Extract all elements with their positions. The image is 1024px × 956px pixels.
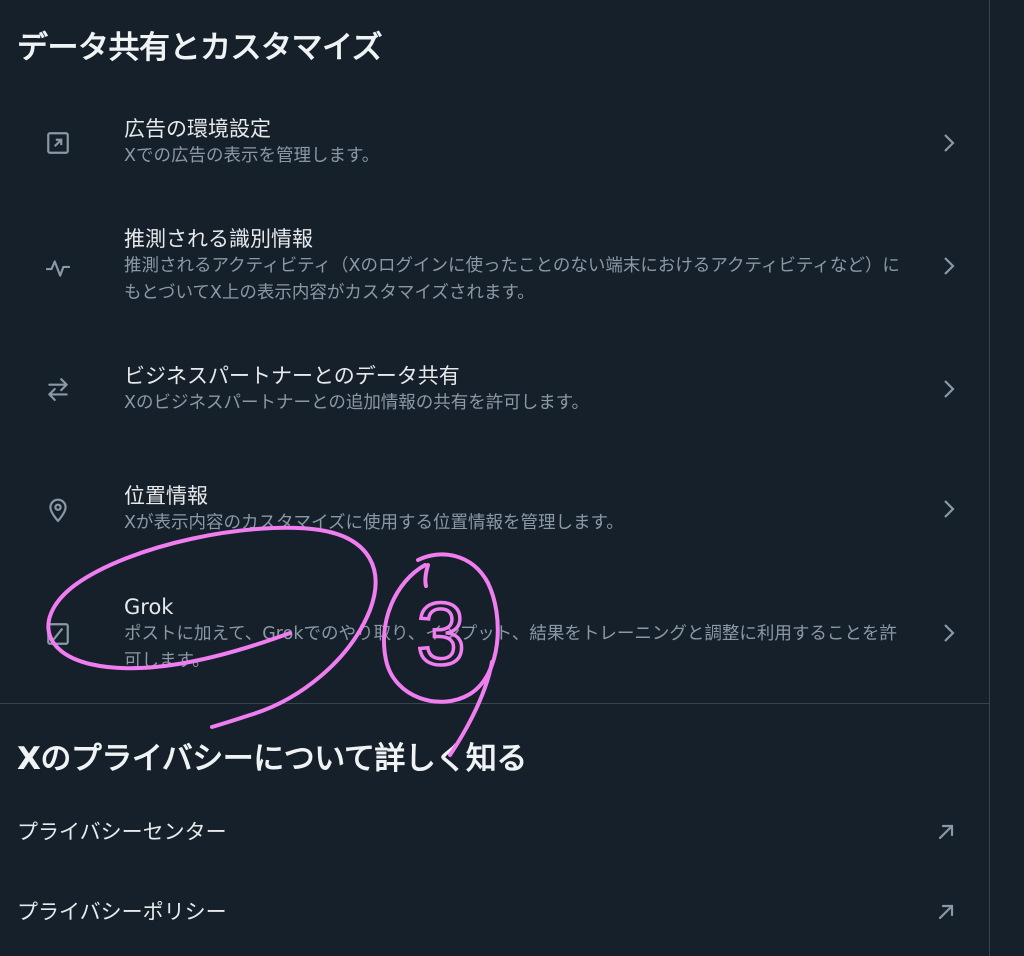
link-label: プライバシーポリシー xyxy=(17,900,227,924)
setting-row-location[interactable]: 位置情報 Xが表示内容のカスタマイズに使用する位置情報を管理します。 xyxy=(0,479,989,551)
section-divider xyxy=(0,703,989,704)
setting-title: 推測される識別情報 xyxy=(124,227,313,251)
link-privacy-policy[interactable]: プライバシーポリシー xyxy=(0,882,989,942)
setting-description: 推測されるアクティビティ（Xのログインに使ったことのない端末におけるアクティビテ… xyxy=(124,256,900,303)
setting-description: ポストに加えて、Grokでのやり取り、インプット、結果をトレーニングと調整に利用… xyxy=(124,624,897,671)
swap-arrows-icon xyxy=(42,373,74,405)
setting-description: Xが表示内容のカスタマイズに使用する位置情報を管理します。 xyxy=(124,513,624,533)
setting-title: ビジネスパートナーとのデータ共有 xyxy=(124,364,460,388)
setting-row-ad-preferences[interactable]: 広告の環境設定 Xでの広告の表示を管理します。 xyxy=(0,112,989,184)
chevron-right-icon xyxy=(936,621,960,645)
setting-title: 広告の環境設定 xyxy=(124,117,271,141)
ad-frame-icon xyxy=(42,127,74,159)
chevron-right-icon xyxy=(936,377,960,401)
chevron-right-icon xyxy=(936,497,960,521)
location-pin-icon xyxy=(42,494,74,526)
setting-title: Grok xyxy=(124,595,174,619)
external-link-icon xyxy=(934,900,958,924)
data-sharing-section-title: データ共有とカスタマイズ xyxy=(17,30,383,66)
link-label: プライバシーセンター xyxy=(17,820,227,844)
setting-row-inferred-identity[interactable]: 推測される識別情報 推測されるアクティビティ（Xのログインに使ったことのない端末… xyxy=(0,222,989,318)
privacy-settings-page: データ共有とカスタマイズ 広告の環境設定 Xでの広告の表示を管理します。 推測さ… xyxy=(0,0,1024,956)
setting-description: Xでの広告の表示を管理します。 xyxy=(124,146,380,166)
chevron-right-icon xyxy=(936,254,960,278)
link-privacy-center[interactable]: プライバシーセンター xyxy=(0,802,989,862)
activity-icon xyxy=(42,252,74,284)
learn-more-section-title: Xのプライバシーについて詳しく知る xyxy=(17,741,527,777)
setting-row-grok[interactable]: Grok ポストに加えて、Grokでのやり取り、インプット、結果をトレーニングと… xyxy=(0,590,989,686)
grok-icon xyxy=(42,618,74,650)
external-link-icon xyxy=(934,820,958,844)
setting-row-business-partners[interactable]: ビジネスパートナーとのデータ共有 Xのビジネスパートナーとの追加情報の共有を許可… xyxy=(0,359,989,431)
settings-panel: データ共有とカスタマイズ 広告の環境設定 Xでの広告の表示を管理します。 推測さ… xyxy=(0,0,990,956)
setting-title: 位置情報 xyxy=(124,484,208,508)
setting-description: Xのビジネスパートナーとの追加情報の共有を許可します。 xyxy=(124,393,590,413)
chevron-right-icon xyxy=(936,131,960,155)
